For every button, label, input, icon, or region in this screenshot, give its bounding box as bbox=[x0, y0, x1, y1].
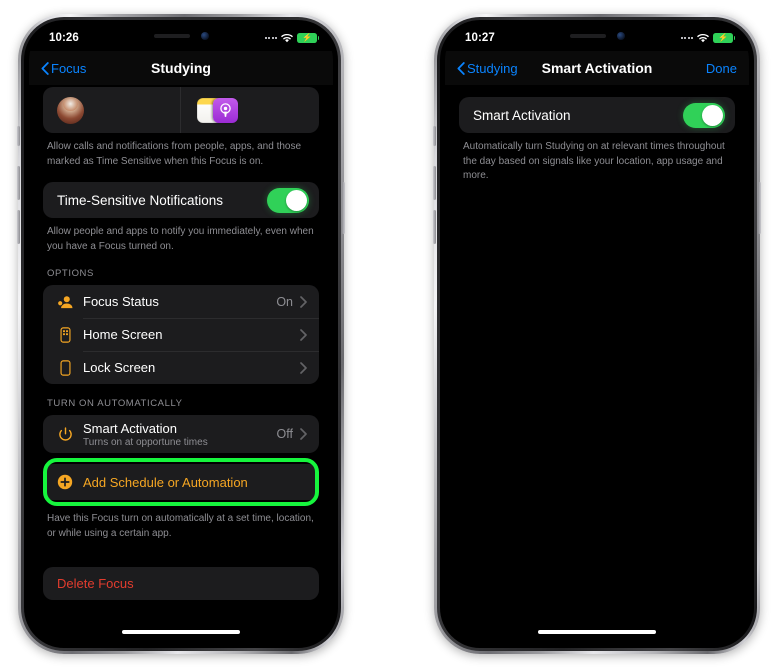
status-indicators: ⚡ bbox=[264, 33, 320, 43]
side-power-button[interactable] bbox=[342, 182, 345, 234]
row-add-schedule-or-automation[interactable]: Add Schedule or Automation bbox=[43, 464, 319, 500]
focus-status-text: Focus Status bbox=[83, 294, 159, 309]
battery-charging-icon: ⚡ bbox=[713, 33, 736, 43]
back-button-studying[interactable]: Studying bbox=[457, 61, 518, 76]
smart-activation-subtitle: Turns on at opportune times bbox=[83, 436, 208, 448]
contact-avatar bbox=[57, 96, 84, 124]
home-screen-icon bbox=[55, 326, 75, 343]
row-home-screen[interactable]: Home Screen bbox=[43, 318, 319, 351]
focus-status-label: Focus Status bbox=[83, 294, 159, 309]
iphone-right: 10:27 ⚡ Studying Smart Activation Done S… bbox=[433, 14, 761, 654]
options-card: Focus Status On Home Screen Lock Screen bbox=[43, 285, 319, 384]
time-sensitive-label: Time-Sensitive Notifications bbox=[57, 192, 224, 208]
lock-screen-label: Lock Screen bbox=[83, 360, 156, 375]
row-lock-screen[interactable]: Lock Screen bbox=[43, 351, 319, 384]
add-schedule-highlight-wrap: Add Schedule or Automation bbox=[43, 458, 319, 506]
back-button-label: Studying bbox=[467, 60, 518, 76]
cellular-signal-icon bbox=[264, 37, 277, 39]
smart-activation-label: Smart Activation bbox=[473, 107, 571, 123]
chevron-left-icon bbox=[457, 61, 465, 75]
power-icon bbox=[55, 426, 75, 442]
front-camera-icon bbox=[200, 32, 209, 40]
home-indicator[interactable] bbox=[122, 630, 240, 634]
front-camera-icon bbox=[616, 32, 625, 40]
status-time: 10:27 bbox=[465, 32, 495, 44]
smart-activation-value: Off bbox=[276, 427, 293, 441]
chevron-right-icon bbox=[300, 361, 307, 374]
toggle-knob bbox=[702, 104, 723, 126]
add-schedule-card: Add Schedule or Automation bbox=[43, 464, 319, 500]
delete-focus-label: Delete Focus bbox=[57, 576, 134, 591]
focus-status-value: On bbox=[276, 294, 293, 309]
people-apps-card bbox=[43, 87, 319, 133]
focus-status-person-icon bbox=[55, 295, 75, 309]
add-schedule-label: Add Schedule or Automation bbox=[83, 474, 248, 490]
notch bbox=[115, 25, 247, 47]
turn-on-automatically-header: TURN ON AUTOMATICALLY bbox=[47, 398, 183, 409]
done-button[interactable]: Done bbox=[706, 61, 737, 76]
lock-screen-text: Lock Screen bbox=[83, 360, 155, 375]
chevron-right-icon bbox=[300, 295, 307, 308]
home-screen-text: Home Screen bbox=[83, 327, 162, 342]
cellular-signal-icon bbox=[680, 37, 693, 39]
lock-screen-icon bbox=[55, 359, 75, 376]
screen-left: 10:26 ⚡ Focus Studying Allow calls and n… bbox=[29, 25, 333, 643]
volume-up-button[interactable] bbox=[433, 166, 436, 200]
status-indicators: ⚡ bbox=[680, 33, 736, 43]
smart-activation-label: Smart Activation bbox=[83, 420, 177, 436]
back-button-label: Focus bbox=[51, 60, 87, 76]
delete-focus-card: Delete Focus bbox=[43, 567, 319, 600]
status-time: 10:26 bbox=[49, 32, 79, 44]
podcasts-app-icon bbox=[212, 97, 238, 123]
settings-content-left: Allow calls and notifications from peopl… bbox=[29, 87, 333, 600]
options-header: OPTIONS bbox=[47, 268, 94, 279]
mute-switch[interactable] bbox=[433, 126, 436, 146]
row-focus-status[interactable]: Focus Status On bbox=[43, 285, 319, 318]
back-button-focus[interactable]: Focus bbox=[41, 61, 86, 76]
screen-right: 10:27 ⚡ Studying Smart Activation Done S… bbox=[445, 25, 749, 643]
row-delete-focus[interactable]: Delete Focus bbox=[43, 567, 319, 600]
toggle-knob bbox=[286, 189, 307, 211]
iphone-left: 10:26 ⚡ Focus Studying Allow calls and n… bbox=[17, 14, 345, 654]
chevron-left-icon bbox=[41, 61, 49, 75]
time-sensitive-footnote: Allow people and apps to notify you imme… bbox=[47, 226, 314, 252]
nav-bar-left: Focus Studying bbox=[29, 51, 333, 85]
side-power-button[interactable] bbox=[758, 182, 761, 234]
mute-switch[interactable] bbox=[17, 126, 20, 146]
smart-activation-card: Smart Activation Turns on at opportune t… bbox=[43, 415, 319, 453]
notch bbox=[531, 25, 663, 47]
smart-activation-toggle-row[interactable]: Smart Activation bbox=[459, 97, 735, 133]
volume-down-button[interactable] bbox=[17, 210, 20, 244]
apps-cell[interactable] bbox=[179, 87, 320, 133]
smart-activation-text: Smart Activation Turns on at opportune t… bbox=[83, 421, 208, 448]
plus-circle-icon bbox=[55, 474, 75, 490]
smart-activation-footnote: Automatically turn Studying on at releva… bbox=[463, 141, 725, 181]
wifi-icon bbox=[697, 33, 709, 43]
row-smart-activation[interactable]: Smart Activation Turns on at opportune t… bbox=[43, 415, 319, 453]
add-schedule-footnote: Have this Focus turn on automatically at… bbox=[47, 513, 314, 539]
home-screen-label: Home Screen bbox=[83, 327, 163, 342]
home-indicator[interactable] bbox=[538, 630, 656, 634]
allow-footnote: Allow calls and notifications from peopl… bbox=[47, 141, 302, 167]
time-sensitive-toggle[interactable] bbox=[267, 187, 309, 213]
people-cell[interactable] bbox=[43, 87, 180, 133]
smart-activation-toggle[interactable] bbox=[683, 102, 725, 128]
earpiece-speaker-icon bbox=[569, 34, 606, 38]
wifi-icon bbox=[281, 33, 293, 43]
time-sensitive-card: Time-Sensitive Notifications bbox=[43, 182, 319, 218]
battery-charging-icon: ⚡ bbox=[297, 33, 320, 43]
volume-up-button[interactable] bbox=[17, 166, 20, 200]
smart-activation-card-right: Smart Activation bbox=[459, 97, 735, 133]
chevron-right-icon bbox=[300, 428, 307, 440]
nav-bar-right: Studying Smart Activation Done bbox=[445, 51, 749, 85]
screenshot-stage: 10:26 ⚡ Focus Studying Allow calls and n… bbox=[0, 0, 776, 668]
settings-content-right: Smart Activation Automatically turn Stud… bbox=[445, 85, 749, 184]
chevron-right-icon bbox=[300, 328, 307, 341]
volume-down-button[interactable] bbox=[433, 210, 436, 244]
time-sensitive-row[interactable]: Time-Sensitive Notifications bbox=[43, 182, 319, 218]
earpiece-speaker-icon bbox=[153, 34, 190, 38]
